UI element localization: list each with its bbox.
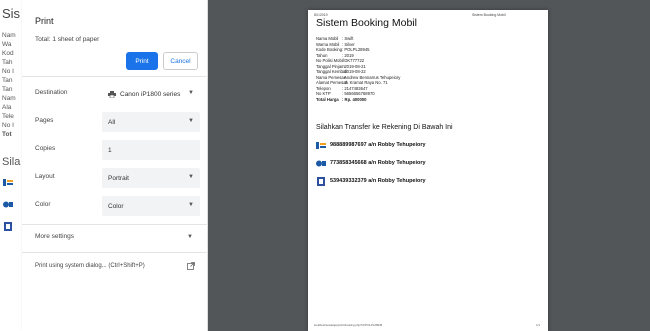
background-line: No I xyxy=(2,68,14,75)
bank-account-row: 988889987697 a/n Robby Tehupeiory xyxy=(316,140,426,150)
color-row: Color Color ▼ xyxy=(22,196,208,216)
background-line: Tah xyxy=(2,59,13,66)
divider xyxy=(22,76,208,77)
pages-value: All xyxy=(108,118,116,126)
more-settings-toggle[interactable]: More settings ▼ xyxy=(22,228,208,248)
page-footer-number: 1/1 xyxy=(536,323,540,327)
color-select[interactable]: Color ▼ xyxy=(102,196,200,216)
detail-row: Nama Mobil: Swift xyxy=(316,36,354,41)
system-dialog-label: Print using system dialog... (Ctrl+Shift… xyxy=(35,263,145,269)
color-label: Color xyxy=(35,201,51,208)
print-settings-panel: Print Total: 1 sheet of paper Print Canc… xyxy=(22,0,208,331)
transfer-heading: Silahkan Transfer ke Rekening Di Bawah I… xyxy=(316,124,453,131)
layout-row: Layout Portrait ▼ xyxy=(22,168,208,188)
divider xyxy=(22,252,208,253)
background-page: Sis Nam Wa Kod Tah No I Tan Tan Nam Ala … xyxy=(0,0,22,331)
sheet-count: Total: 1 sheet of paper xyxy=(35,36,100,43)
background-line: Tot xyxy=(2,131,12,138)
copies-value: 1 xyxy=(108,146,112,154)
background-line: Nam xyxy=(2,95,16,102)
dialog-title: Print xyxy=(35,16,54,26)
color-value: Color xyxy=(108,202,124,210)
printer-icon xyxy=(108,90,116,98)
detail-row: No KTP: 5656656768970 xyxy=(316,91,375,96)
chevron-down-icon: ▼ xyxy=(188,202,194,208)
more-settings-label: More settings xyxy=(35,233,75,240)
detail-row: Telepon: 2147483647 xyxy=(316,85,368,91)
document-title: Sistem Booking Mobil xyxy=(316,17,417,29)
total-price-row: Total Harga: Rp. 400000 xyxy=(316,96,367,102)
detail-row: Tanggal Pinjam: 2019-08-21 xyxy=(316,63,366,69)
pages-row: Pages All ▼ xyxy=(22,112,208,132)
detail-row: No Polisi Mobil: DK777722 xyxy=(316,58,365,63)
bank-icon xyxy=(3,200,13,209)
background-line: Tan xyxy=(2,77,13,84)
background-page-title: Sis xyxy=(2,6,21,21)
divider xyxy=(22,224,208,225)
background-line: No I xyxy=(2,122,14,129)
chevron-down-icon: ▼ xyxy=(187,234,193,240)
system-dialog-link[interactable]: Print using system dialog... (Ctrl+Shift… xyxy=(22,258,208,278)
background-line: Tele xyxy=(2,113,14,120)
layout-value: Portrait xyxy=(108,174,129,182)
detail-row: Alamat Pemesan: Jl. Kramat Raya No. 71 xyxy=(316,80,388,85)
bank-icon xyxy=(3,178,13,187)
detail-row: Tahun: 2019 xyxy=(316,52,354,58)
bank-account-row: 773858345668 a/n Robby Tehupeiory xyxy=(316,158,426,168)
pages-select[interactable]: All ▼ xyxy=(102,112,200,132)
background-subheading: Sila xyxy=(2,156,21,168)
pages-label: Pages xyxy=(35,117,54,124)
bank-icon-2 xyxy=(316,160,326,166)
background-line: Tan xyxy=(2,86,13,93)
preview-page: 8/1/2019 Sistem Booking Mobil Sistem Boo… xyxy=(308,10,548,331)
bank-account-row: 539439332379 a/n Robby Tehupeiory xyxy=(316,176,426,186)
background-line: Kod xyxy=(2,50,14,57)
bank-icon xyxy=(3,222,13,231)
cancel-button[interactable]: Cancel xyxy=(163,52,198,70)
detail-row: Warna Mobil: Silver xyxy=(316,41,355,47)
background-line: Nam xyxy=(2,32,16,39)
layout-label: Layout xyxy=(35,173,55,180)
print-button[interactable]: Print xyxy=(126,52,158,70)
background-line: Ala xyxy=(2,104,12,111)
destination-row: Destination Canon iP1800 series ▼ xyxy=(22,84,208,104)
external-link-icon xyxy=(187,262,195,270)
bank-icon-1 xyxy=(316,141,326,149)
detail-row: Tanggal Kembali: 2019-08-22 xyxy=(316,69,366,74)
copies-label: Copies xyxy=(35,145,56,152)
chevron-down-icon: ▼ xyxy=(188,90,194,96)
page-header-title: Sistem Booking Mobil xyxy=(472,13,506,17)
destination-select[interactable]: Canon iP1800 series ▼ xyxy=(102,84,200,104)
detail-row: Kode Booking: POLPL28945 xyxy=(316,47,370,52)
page-footer-url: localhost/sewa/app/print/booking.php?id=… xyxy=(314,323,383,327)
chevron-down-icon: ▼ xyxy=(188,174,194,180)
destination-label: Destination xyxy=(35,89,68,96)
detail-row: Nama Pemesan: Andrew Bennarrus Tehupeior… xyxy=(316,74,401,80)
background-line: Wa xyxy=(2,41,12,48)
destination-value: Canon iP1800 series xyxy=(120,90,181,98)
bank-icon-3 xyxy=(317,176,325,186)
layout-select[interactable]: Portrait ▼ xyxy=(102,168,200,188)
chevron-down-icon: ▼ xyxy=(188,118,194,124)
copies-row: Copies 1 xyxy=(22,140,208,160)
copies-input[interactable]: 1 xyxy=(102,140,200,160)
